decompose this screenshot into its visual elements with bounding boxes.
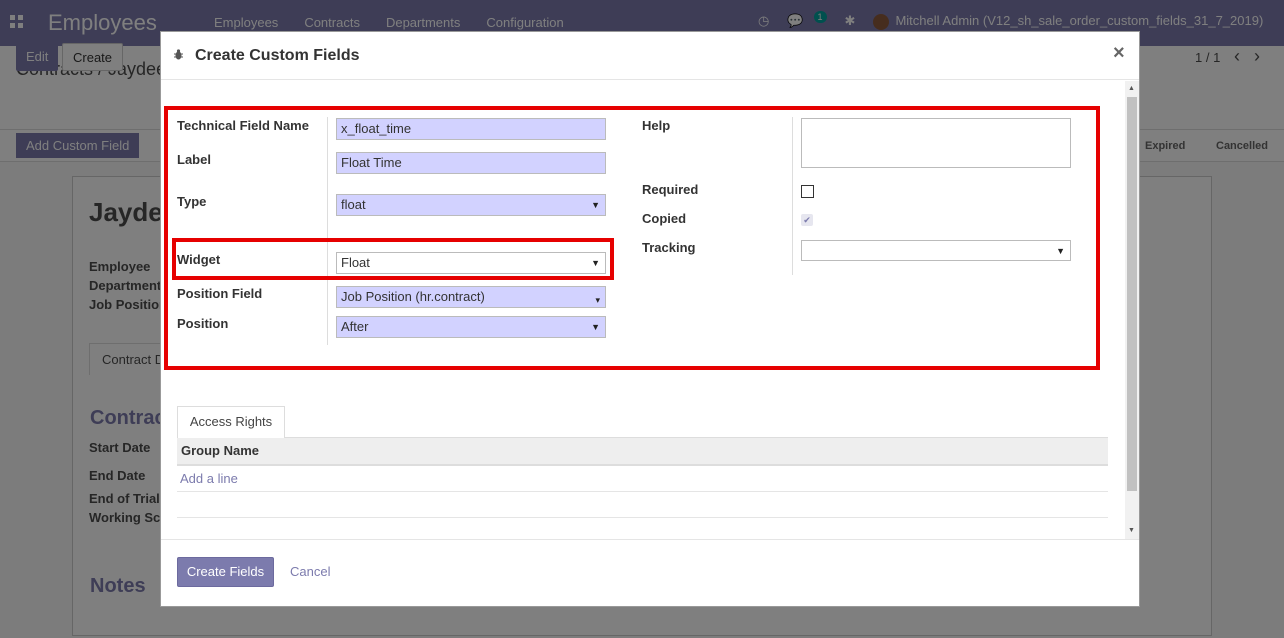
cancel-button[interactable]: Cancel — [290, 564, 330, 579]
scroll-down-icon[interactable]: ▼ — [1128, 527, 1135, 534]
create-fields-button[interactable]: Create Fields — [177, 557, 274, 587]
modal-body: Technical Field Name x_float_time Label … — [161, 81, 1139, 539]
bug-icon — [174, 49, 183, 60]
modal-title: Create Custom Fields — [195, 47, 360, 64]
tab-access-rights[interactable]: Access Rights — [177, 406, 285, 438]
group-name-column-header[interactable]: Group Name — [177, 438, 1108, 466]
create-custom-fields-dialog: Create Custom Fields × Technical Field N… — [160, 31, 1140, 607]
modal-header: Create Custom Fields × — [161, 32, 1139, 80]
table-row — [177, 492, 1108, 518]
scroll-up-icon[interactable]: ▲ — [1128, 85, 1135, 92]
modal-scrollbar[interactable]: ▲ ▼ — [1125, 81, 1139, 539]
add-a-line-link[interactable]: Add a line — [180, 471, 238, 486]
widget-highlight-box — [172, 238, 614, 280]
table-row: Add a line — [177, 466, 1108, 492]
modal-footer: Create Fields Cancel — [161, 539, 1139, 607]
scrollbar-thumb[interactable] — [1127, 97, 1137, 491]
table-row — [177, 518, 1108, 539]
close-icon[interactable]: × — [1113, 42, 1125, 65]
